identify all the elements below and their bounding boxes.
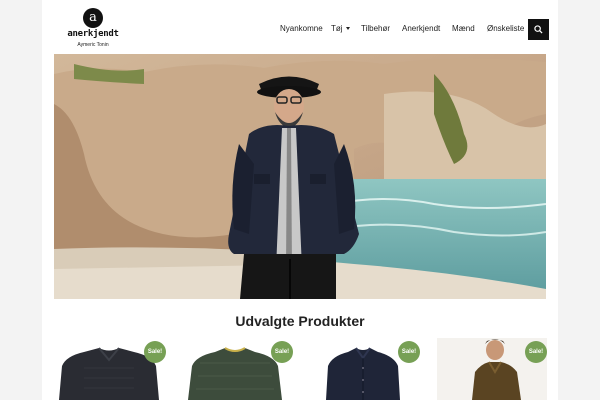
- hero-banner[interactable]: [54, 54, 546, 299]
- section-title: Udvalgte Produkter: [235, 313, 365, 329]
- search-icon: [534, 25, 543, 34]
- nav-item-tilbehor[interactable]: Tilbehør: [361, 24, 390, 33]
- sale-badge: Sale!: [144, 341, 166, 363]
- search-button[interactable]: [528, 19, 549, 40]
- nav-item-toj-label: Tøj: [331, 24, 343, 33]
- nav-item-toj[interactable]: Tøj: [331, 24, 350, 33]
- logo-subtitle: Aymeric Tonin: [77, 42, 109, 48]
- nav-item-nyankomne[interactable]: Nyankomne: [280, 24, 323, 33]
- sale-badge: Sale!: [398, 341, 420, 363]
- nav-item-maend[interactable]: Mænd: [452, 24, 475, 33]
- nav-item-anerkjendt[interactable]: Anerkjendt: [402, 24, 440, 33]
- chevron-down-icon: [345, 27, 350, 31]
- main-nav: Nyankomne Tøj Tilbehør Anerkjendt Mænd Ø…: [0, 19, 600, 41]
- sale-badge: Sale!: [525, 341, 547, 363]
- sale-badge: Sale!: [271, 341, 293, 363]
- hero-image: [54, 54, 546, 299]
- nav-item-onskeliste[interactable]: Ønskeliste: [487, 24, 524, 33]
